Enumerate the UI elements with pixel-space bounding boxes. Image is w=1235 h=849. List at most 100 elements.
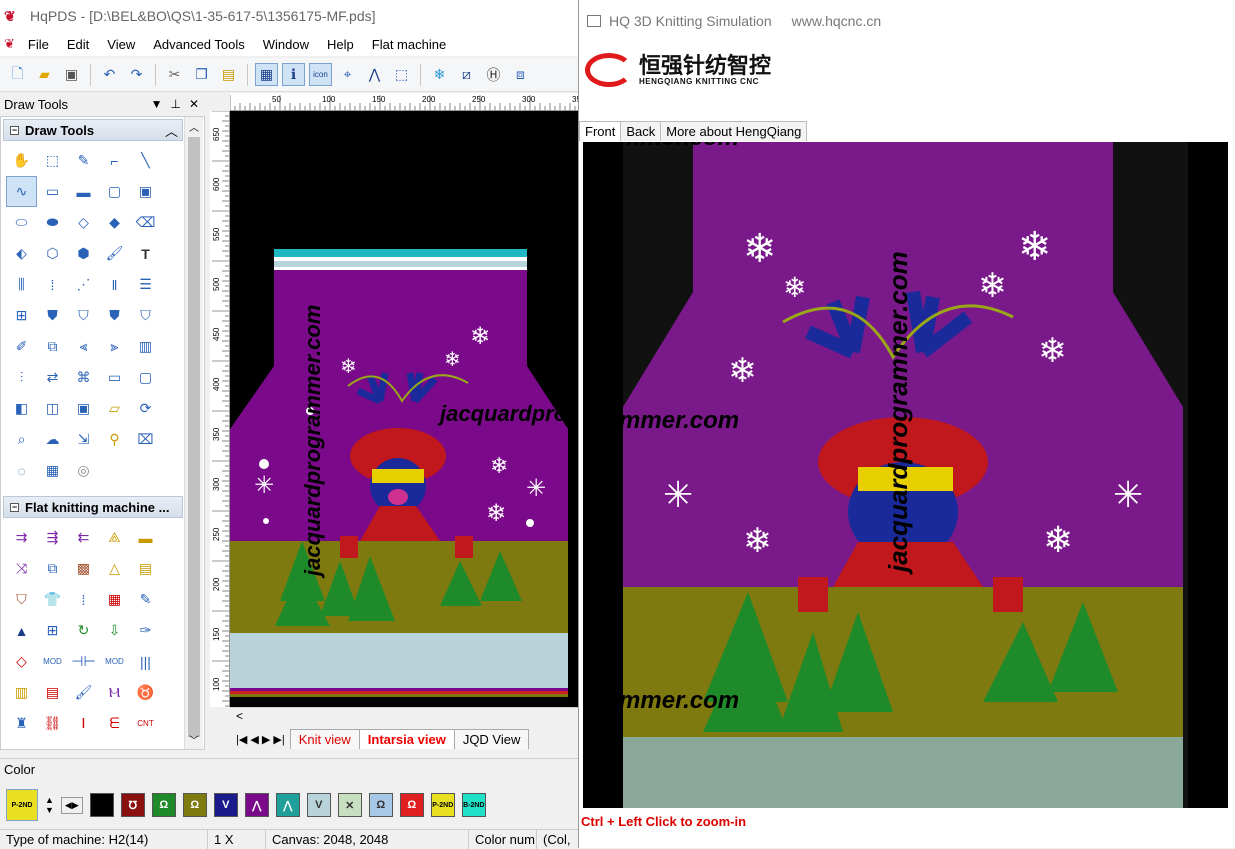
open-folder-icon[interactable]: ▰ [33, 63, 56, 86]
tab-more-about[interactable]: More about HengQiang [660, 121, 808, 141]
scroll-down-icon[interactable]: ﹀ [189, 732, 199, 747]
diamond-outline-icon[interactable]: ◇ [6, 646, 37, 677]
brush-tool-icon[interactable]: 🖌 [68, 677, 99, 708]
color-bars-icon[interactable]: ▥ [6, 677, 37, 708]
tool-panel-scrollbar[interactable]: ︿ ﹀ [184, 117, 203, 749]
menu-advanced-tools[interactable]: Advanced Tools [144, 37, 254, 52]
layers-icon[interactable]: ⧉ [37, 553, 68, 584]
screen-icon[interactable]: ▢ [130, 362, 161, 393]
pen-icon[interactable]: ✐ [6, 331, 37, 362]
needle-icon[interactable]: ✑ [130, 615, 161, 646]
bucket-icon[interactable]: ⬖ [6, 238, 37, 269]
paste-icon[interactable]: ▤ [217, 63, 240, 86]
taurus-icon[interactable]: ♉ [130, 677, 161, 708]
line-icon[interactable]: ╲ [130, 145, 161, 176]
copy-block-icon[interactable]: ⧉ [37, 331, 68, 362]
stamp-icon[interactable]: ⛊ [37, 300, 68, 331]
select-area-icon[interactable]: ⬚ [390, 63, 413, 86]
text-icon[interactable]: T [130, 238, 161, 269]
color-swatch[interactable]: ⋀ [244, 793, 269, 817]
download-icon[interactable]: ⇩ [99, 615, 130, 646]
icon-mode-icon[interactable]: icon [309, 63, 332, 86]
i-beam-icon[interactable]: Ⅰ [68, 708, 99, 739]
mod-icon[interactable]: MOD [37, 646, 68, 677]
link-icon[interactable]: ⛓ [37, 708, 68, 739]
triangle-icon[interactable]: △ [99, 553, 130, 584]
color-swatch[interactable]: Ω [399, 793, 424, 817]
frame-center-icon[interactable]: ◫ [37, 393, 68, 424]
scroll-thumb[interactable] [188, 137, 200, 737]
chevron-up-icon[interactable]: ︿ [165, 121, 178, 140]
tab-back[interactable]: Back [620, 121, 662, 141]
brush-icon[interactable]: 🖌 [99, 238, 130, 269]
curve-icon[interactable]: ∿ [6, 176, 37, 207]
rotate-icon[interactable]: ↻ [68, 615, 99, 646]
color-swatch[interactable]: B-2ND [461, 793, 486, 817]
cloud-icon[interactable]: ☁ [37, 424, 68, 455]
erase-tool-icon[interactable]: ⌧ [130, 424, 161, 455]
color-swatch[interactable]: Ω [368, 793, 393, 817]
vertical-bars-icon[interactable]: ‖ [99, 269, 130, 300]
color-swatch[interactable]: V [213, 793, 238, 817]
step-line-icon[interactable]: ⌐ [99, 145, 130, 176]
color-swatch[interactable]: ✕ [337, 793, 362, 817]
pin-icon[interactable]: ⊥ [170, 97, 180, 111]
transfer-icon[interactable]: ⇉ [6, 522, 37, 553]
menu-view[interactable]: View [98, 37, 144, 52]
tab-intarsia-view[interactable]: Intarsia view [358, 729, 455, 749]
triangle-up-icon[interactable]: ⟁ [99, 522, 130, 553]
tab-jqd-view[interactable]: JQD View [453, 729, 530, 749]
diagonal-dots-icon[interactable]: ⋰ [68, 269, 99, 300]
menu-app-icon[interactable]: ❦ [4, 36, 15, 52]
columns-icon[interactable]: ⫼ [6, 269, 37, 300]
matrix-icon[interactable]: ▦ [37, 455, 68, 486]
frame-icon[interactable]: ⧈ [509, 63, 532, 86]
rect-icon[interactable]: ▭ [37, 176, 68, 207]
stitch-lines-icon[interactable]: ⁞ [68, 584, 99, 615]
zoom-icon[interactable]: ⌕ [6, 424, 37, 455]
pattern-icon[interactable]: ▦ [99, 584, 130, 615]
close-icon[interactable]: ✕ [189, 97, 199, 111]
current-color-swatch[interactable]: P-2ND [6, 789, 38, 821]
scroll-left-icon[interactable]: < [236, 709, 243, 723]
eraser-icon[interactable]: ⌫ [130, 207, 161, 238]
transfer-back-icon[interactable]: ⇇ [68, 522, 99, 553]
tab-knit-view[interactable]: Knit view [289, 729, 360, 749]
e-shape-icon[interactable]: ᗴ [99, 708, 130, 739]
snowflake-icon[interactable]: ❄ [428, 63, 451, 86]
arch-icon[interactable]: ⋀ [363, 63, 386, 86]
split-icon[interactable]: ⊣⊢ [68, 646, 99, 677]
menu-file[interactable]: File [19, 37, 58, 52]
cut-icon[interactable]: ✂ [163, 63, 186, 86]
color-swatch[interactable]: ⋀ [275, 793, 300, 817]
color-swatch[interactable] [89, 793, 114, 817]
align-left-icon[interactable]: ⫷ [68, 331, 99, 362]
color-swatch[interactable]: V [306, 793, 331, 817]
note-icon[interactable]: ✎ [130, 584, 161, 615]
swatch-spinner-icon[interactable]: ▲ ▼ [45, 795, 54, 815]
align-right-icon[interactable]: ⫸ [99, 331, 130, 362]
figure-icon[interactable]: ♜ [6, 708, 37, 739]
cross-transfer-icon[interactable]: ⤨ [6, 553, 37, 584]
filled-rect-icon[interactable]: ▬ [68, 176, 99, 207]
stripes-icon[interactable]: ||| [130, 646, 161, 677]
m-shape-icon[interactable]: Ⲙ [99, 677, 130, 708]
filled-ellipse-icon[interactable]: ⬬ [37, 207, 68, 238]
frame-left-icon[interactable]: ◧ [6, 393, 37, 424]
stamp-alt-icon[interactable]: ⛉ [68, 300, 99, 331]
tile-icon[interactable]: ⊞ [6, 300, 37, 331]
info-icon[interactable]: ℹ [282, 63, 305, 86]
canvas-hscrollbar[interactable]: < [230, 707, 578, 727]
collapse-icon[interactable]: − [10, 125, 19, 135]
hand-icon[interactable]: ✋ [6, 145, 37, 176]
export-icon[interactable]: ⇲ [68, 424, 99, 455]
undo-icon[interactable]: ↶ [98, 63, 121, 86]
scroll-up-icon[interactable]: ︿ [189, 119, 199, 134]
target-icon[interactable]: ⌖ [336, 63, 359, 86]
swap-icon[interactable]: ⇄ [37, 362, 68, 393]
ellipse-icon[interactable]: ⬭ [6, 207, 37, 238]
ruler-icon[interactable]: ▱ [99, 393, 130, 424]
cone-icon[interactable]: ▲ [6, 615, 37, 646]
sweater-icon[interactable]: ⛉ [6, 584, 37, 615]
refresh-icon[interactable]: ⟳ [130, 393, 161, 424]
